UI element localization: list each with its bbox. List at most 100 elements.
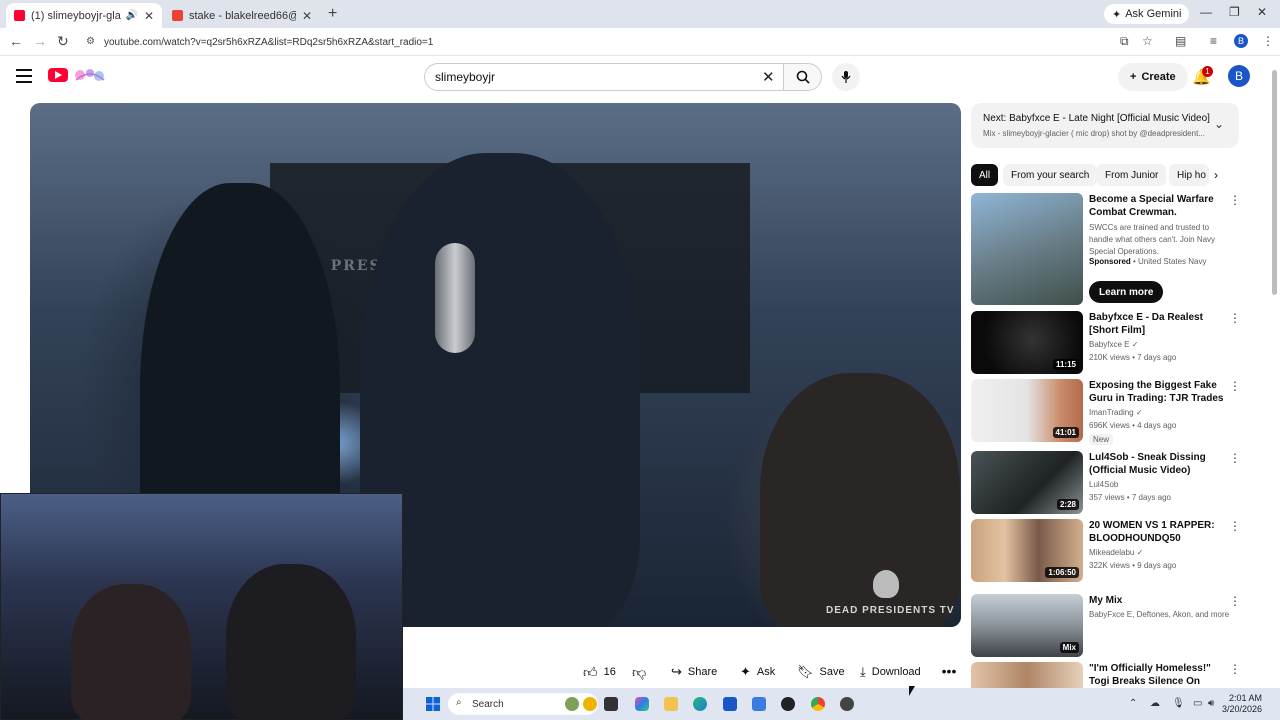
ad-title[interactable]: Become a Special Warfare Combat Crewman. bbox=[1089, 193, 1229, 219]
ask-gemini-button[interactable]: ✦ Ask Gemini bbox=[1104, 4, 1190, 24]
more-options-icon[interactable]: ⋮ bbox=[1229, 379, 1241, 393]
video-thumbnail[interactable]: 1:06:50 bbox=[971, 519, 1083, 582]
channel-name[interactable]: ImanTrading ✓ bbox=[1089, 408, 1143, 417]
chevron-down-icon[interactable]: ⌄ bbox=[1214, 117, 1224, 131]
close-tab-icon[interactable]: ✕ bbox=[144, 9, 154, 23]
url-field[interactable]: ⚙ youtube.com/watch?v=q2sr5h6xRZA&list=R… bbox=[80, 31, 1100, 53]
create-button[interactable]: + Create bbox=[1118, 63, 1188, 91]
list-item[interactable]: "I'm Officially Homeless!" Togi Breaks S… bbox=[971, 662, 1241, 688]
advertiser-name: United States Navy bbox=[1138, 257, 1207, 266]
create-label: Create bbox=[1141, 71, 1176, 83]
browser-profile-avatar[interactable]: B bbox=[1234, 34, 1248, 48]
search-input[interactable]: slimeyboyjr bbox=[424, 63, 784, 91]
channel-name[interactable]: Mikeadelabu ✓ bbox=[1089, 548, 1143, 557]
volume-icon[interactable]: 🔊︎ bbox=[1208, 698, 1214, 709]
more-options-icon[interactable]: ⋮ bbox=[1229, 451, 1241, 465]
channel-name[interactable]: Lul4Sob bbox=[1089, 480, 1118, 489]
windows-start-icon[interactable] bbox=[426, 697, 440, 711]
reload-icon[interactable]: ↻ bbox=[57, 33, 69, 50]
chevron-up-icon[interactable]: ⌃ bbox=[1129, 698, 1137, 709]
microphone-tray-icon[interactable]: 🎙︎ bbox=[1172, 698, 1185, 709]
list-item[interactable]: 1:06:50 20 WOMEN VS 1 RAPPER: BLOODHOUND… bbox=[971, 519, 1241, 582]
voice-search-button[interactable] bbox=[832, 63, 860, 91]
learn-more-button[interactable]: Learn more bbox=[1089, 281, 1164, 303]
up-next-card[interactable]: Next: Babyfxce E - Late Night [Official … bbox=[971, 103, 1239, 148]
list-item[interactable]: 41:01 Exposing the Biggest Fake Guru in … bbox=[971, 379, 1241, 445]
clear-search-icon[interactable]: ✕ bbox=[762, 68, 775, 86]
file-explorer-icon[interactable] bbox=[664, 697, 678, 711]
sponsored-ad[interactable]: Become a Special Warfare Combat Crewman.… bbox=[971, 193, 1241, 305]
list-item[interactable]: 2:28 Lul4Sob - Sneak Dissing (Official M… bbox=[971, 451, 1241, 514]
search-button[interactable] bbox=[784, 63, 822, 91]
network-icon[interactable]: ▭ bbox=[1193, 698, 1202, 709]
chatgpt-icon[interactable] bbox=[781, 697, 795, 711]
new-tab-icon[interactable]: + bbox=[328, 5, 337, 23]
menu-icon[interactable] bbox=[16, 69, 32, 83]
tab-search-icon[interactable]: ≡ bbox=[1210, 34, 1217, 48]
app-icon[interactable] bbox=[840, 697, 854, 711]
taskbar-clock[interactable]: 2:01 AM 3/20/2026 bbox=[1222, 693, 1262, 715]
doodle-logo-icon[interactable] bbox=[72, 66, 108, 84]
site-info-icon[interactable]: ⚙ bbox=[86, 36, 95, 47]
more-options-icon[interactable]: ⋮ bbox=[1229, 311, 1241, 325]
list-item[interactable]: 11:15 Babyfxce E - Da Realest [Short Fil… bbox=[971, 311, 1241, 374]
channel-name[interactable]: Babyfxce E ✓ bbox=[1089, 340, 1138, 349]
avatar[interactable]: B bbox=[1228, 65, 1250, 87]
dislike-button[interactable]: 👎︎ bbox=[632, 660, 646, 684]
download-button[interactable]: ⤓ Download bbox=[860, 660, 921, 684]
weather-icon[interactable] bbox=[583, 697, 597, 711]
video-thumbnail[interactable]: 41:01 bbox=[971, 379, 1083, 442]
more-options-icon[interactable]: ⋮ bbox=[1229, 193, 1241, 207]
more-options-icon[interactable]: ⋮ bbox=[1229, 519, 1241, 533]
video-title[interactable]: "I'm Officially Homeless!" Togi Breaks S… bbox=[1089, 662, 1229, 688]
cast-icon[interactable]: ⧉ bbox=[1120, 34, 1129, 49]
video-thumbnail[interactable]: 11:15 bbox=[971, 311, 1083, 374]
speaker-icon[interactable]: 🔊 bbox=[125, 10, 137, 21]
ask-button[interactable]: ✦ Ask bbox=[740, 660, 775, 684]
sparkle-icon: ✦ bbox=[740, 664, 751, 679]
video-thumbnail[interactable]: 2:28 bbox=[971, 451, 1083, 514]
video-title[interactable]: Babyfxce E - Da Realest [Short Film] bbox=[1089, 311, 1229, 337]
sponsored-label: Sponsored bbox=[1089, 257, 1131, 266]
close-window-icon[interactable]: ✕ bbox=[1257, 5, 1267, 19]
mail-icon[interactable] bbox=[752, 697, 766, 711]
maximize-icon[interactable]: ❐ bbox=[1229, 5, 1240, 19]
browser-tab-gmail[interactable]: stake - blakelreed66@gmail.co ✕ bbox=[164, 3, 320, 28]
video-title[interactable]: My Mix bbox=[1089, 594, 1229, 607]
bookmark-star-icon[interactable]: ☆ bbox=[1142, 34, 1153, 48]
back-icon[interactable]: ← bbox=[9, 33, 23, 49]
more-options-icon[interactable]: ⋮ bbox=[1229, 594, 1241, 608]
chevron-right-icon[interactable]: › bbox=[1214, 168, 1218, 182]
browser-menu-icon[interactable]: ⋮ bbox=[1262, 34, 1274, 48]
more-options-icon[interactable]: ⋮ bbox=[1229, 662, 1241, 676]
copilot-icon[interactable] bbox=[635, 697, 649, 711]
browser-tab-youtube[interactable]: (1) slimeyboyjr-glacier ( mi 🔊 ✕ bbox=[6, 3, 162, 28]
chip-hip-hop[interactable]: Hip ho bbox=[1169, 164, 1209, 186]
forward-icon[interactable]: → bbox=[33, 33, 47, 49]
share-button[interactable]: ↪ Share bbox=[671, 660, 717, 684]
minimize-icon[interactable]: — bbox=[1200, 5, 1212, 19]
cloud-icon[interactable]: ☁ bbox=[1150, 698, 1160, 709]
like-button[interactable]: 👍︎ 16 bbox=[583, 660, 616, 684]
chrome-icon[interactable] bbox=[811, 697, 825, 711]
edge-icon[interactable] bbox=[693, 697, 707, 711]
video-title[interactable]: Exposing the Biggest Fake Guru in Tradin… bbox=[1089, 379, 1229, 405]
chip-all[interactable]: All bbox=[971, 164, 999, 186]
task-view-icon[interactable] bbox=[604, 697, 618, 711]
save-button[interactable]: 🔖︎ Save bbox=[797, 660, 845, 684]
close-tab-icon[interactable]: ✕ bbox=[302, 9, 312, 23]
ad-thumbnail[interactable] bbox=[971, 193, 1083, 305]
video-thumbnail[interactable] bbox=[971, 662, 1083, 688]
side-panel-icon[interactable]: ▤ bbox=[1175, 34, 1186, 48]
video-title[interactable]: Lul4Sob - Sneak Dissing (Official Music … bbox=[1089, 451, 1229, 477]
video-thumbnail[interactable]: Mix bbox=[971, 594, 1083, 657]
store-icon[interactable] bbox=[723, 697, 737, 711]
chip-from-junior[interactable]: From Junior bbox=[1097, 164, 1167, 186]
scrollbar-thumb[interactable] bbox=[1272, 70, 1277, 295]
widgets-icon[interactable] bbox=[565, 697, 579, 711]
list-item[interactable]: Mix My Mix BabyFxce E, Deftones, Akon, a… bbox=[971, 594, 1241, 657]
youtube-logo-icon[interactable] bbox=[48, 68, 68, 82]
video-title[interactable]: 20 WOMEN VS 1 RAPPER: BLOODHOUNDQ50 bbox=[1089, 519, 1229, 545]
chip-from-your-search[interactable]: From your search bbox=[1003, 164, 1098, 186]
more-actions-icon[interactable]: ••• bbox=[938, 660, 960, 682]
